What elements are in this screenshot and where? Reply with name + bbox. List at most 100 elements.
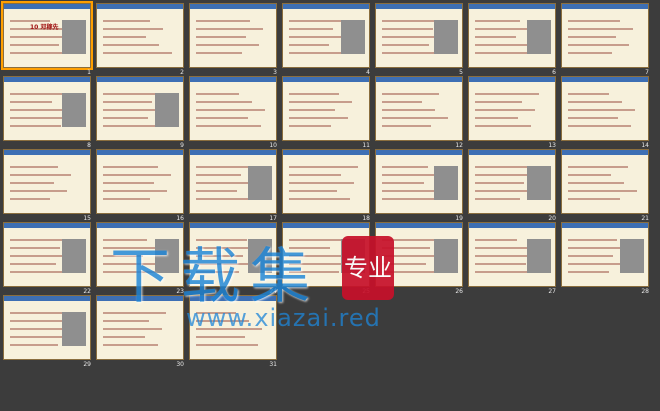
slide-number: 8 (87, 142, 91, 149)
slide-text-line (475, 198, 520, 200)
slide-header-bar (469, 4, 555, 9)
slide-thumbnail[interactable]: 18 (282, 149, 372, 222)
slide-number: 18 (362, 215, 370, 222)
slide-text-line (10, 190, 67, 192)
slide-preview (375, 3, 463, 68)
slide-image (62, 312, 86, 346)
slide-text-line (568, 20, 620, 22)
slide-thumbnail[interactable]: 17 (189, 149, 279, 222)
slide-text-line (103, 36, 146, 38)
slide-text-line (289, 36, 346, 38)
slide-thumbnail[interactable]: 19 (375, 149, 465, 222)
slide-thumbnail[interactable]: 6 (468, 3, 558, 76)
slide-preview (561, 149, 649, 214)
slide-text-line (196, 125, 261, 127)
slide-text-line (475, 239, 517, 241)
slide-preview (468, 149, 556, 214)
slide-header-bar (376, 77, 462, 82)
slide-image (62, 93, 86, 127)
slide-text-line (289, 52, 342, 54)
slide-text-line (568, 125, 631, 127)
slide-number: 30 (176, 361, 184, 368)
slide-thumbnail[interactable]: 9 (96, 76, 186, 149)
slide-header-bar (283, 150, 369, 155)
slide-number: 13 (548, 142, 556, 149)
slide-preview (282, 149, 370, 214)
slide-header-bar (4, 223, 90, 228)
slide-text-line (568, 271, 609, 273)
slide-text-line (196, 344, 258, 346)
slide-thumbnail[interactable]: 14 (561, 76, 651, 149)
slide-thumbnail[interactable]: 20 (468, 149, 558, 222)
slide-text-line (475, 101, 522, 103)
slide-header-bar (469, 150, 555, 155)
slide-preview (561, 222, 649, 287)
slide-number: 12 (455, 142, 463, 149)
slide-thumbnail[interactable]: 12 (375, 76, 465, 149)
slide-thumbnail[interactable]: 28 (561, 222, 651, 295)
watermark-text: 下载集 (110, 242, 320, 312)
slide-thumbnail[interactable]: 22 (3, 222, 93, 295)
slide-thumbnail[interactable]: 10 (189, 76, 279, 149)
slide-text-line (103, 101, 152, 103)
slide-thumbnail[interactable]: 21 (561, 149, 651, 222)
slide-number: 19 (455, 215, 463, 222)
slide-header-bar (4, 150, 90, 155)
slide-text-line (568, 52, 612, 54)
slide-text-line (10, 263, 56, 265)
slide-text-line (103, 174, 171, 176)
slide-header-bar (283, 4, 369, 9)
slide-text-line (382, 109, 435, 111)
slide-header-bar (562, 4, 648, 9)
slide-text-line (196, 109, 265, 111)
slide-text-line (10, 101, 52, 103)
slide-preview (561, 3, 649, 68)
slide-header-bar (376, 4, 462, 9)
slide-text-line (196, 101, 252, 103)
slide-thumbnail[interactable]: 27 (468, 222, 558, 295)
slide-header-bar (4, 296, 90, 301)
slide-image (155, 93, 179, 127)
slide-thumbnail[interactable]: 5 (375, 3, 465, 76)
slide-thumbnail[interactable]: 16 (96, 149, 186, 222)
slide-thumbnail[interactable]: 15 (3, 149, 93, 222)
slide-image (434, 239, 458, 273)
slide-number: 11 (362, 142, 370, 149)
watermark-url: www.xiazai.red (186, 304, 381, 332)
slide-number: 17 (269, 215, 277, 222)
slide-thumbnail[interactable]: 4 (282, 3, 372, 76)
slide-text-line (196, 336, 245, 338)
slide-header-bar (190, 150, 276, 155)
slide-number: 16 (176, 215, 184, 222)
slide-thumbnail[interactable]: 8 (3, 76, 93, 149)
slide-text-line (196, 52, 242, 54)
slide-thumbnail[interactable]: 10 邓稼先 1 (1, 1, 93, 76)
slide-thumbnail[interactable]: 13 (468, 76, 558, 149)
watermark-seal-text: 专业 (344, 254, 392, 282)
slide-text-line (382, 190, 437, 192)
slide-text-line (289, 166, 358, 168)
slide-text-line (10, 198, 50, 200)
slide-header-bar (376, 150, 462, 155)
slide-text-line (382, 44, 429, 46)
slide-number: 14 (641, 142, 649, 149)
slide-text-line (289, 174, 341, 176)
slide-thumbnail[interactable]: 29 (3, 295, 93, 368)
slide-text-line (382, 166, 428, 168)
slide-preview (468, 3, 556, 68)
slide-number: 7 (645, 69, 649, 76)
slide-text-line (196, 198, 250, 200)
slide-text-line (382, 182, 424, 184)
slide-header-bar (469, 223, 555, 228)
slide-thumbnail[interactable]: 3 (189, 3, 279, 76)
slide-thumbnail[interactable]: 2 (96, 3, 186, 76)
slide-text-line (568, 166, 628, 168)
slide-text-line (103, 344, 158, 346)
slide-text-line (568, 239, 617, 241)
slide-text-line (382, 174, 441, 176)
slide-thumbnail[interactable]: 7 (561, 3, 651, 76)
slide-text-line (289, 101, 352, 103)
slide-thumbnail[interactable]: 11 (282, 76, 372, 149)
slide-text-line (382, 117, 448, 119)
slide-text-line (196, 174, 241, 176)
